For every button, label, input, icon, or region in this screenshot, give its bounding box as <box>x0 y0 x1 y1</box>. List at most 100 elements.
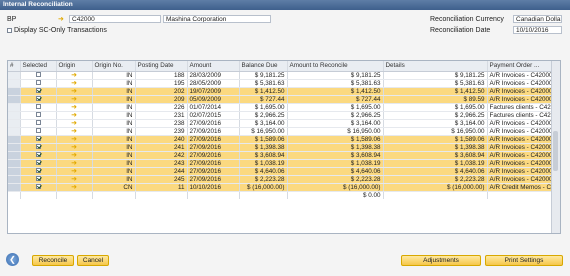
origin-cell[interactable]: ➜ <box>56 127 93 136</box>
table-row[interactable]: ➜ IN 188 28/03/2009 $ 9,181.25 $ 9,181.25 $ 9,… <box>8 71 554 80</box>
row-header[interactable] <box>8 87 21 96</box>
selected-cell[interactable] <box>20 143 57 152</box>
table-row[interactable]: ➜ IN 243 27/09/2016 $ 1,038.19 $ 1,038.19 $ 1,… <box>8 159 554 168</box>
table-row[interactable]: ➜ IN 240 27/09/2016 $ 1,589.06 $ 1,589.06 $ 1,… <box>8 135 554 144</box>
selected-checkbox[interactable] <box>35 72 41 78</box>
origin-cell[interactable]: ➜ <box>56 159 93 168</box>
origin-cell[interactable]: ➜ <box>56 143 93 152</box>
amount-to-reconcile[interactable]: $ 1,398.38 <box>383 143 488 152</box>
selected-cell[interactable] <box>20 95 57 104</box>
selected-checkbox[interactable] <box>35 184 41 190</box>
link-arrow-icon[interactable]: ➜ <box>71 112 77 119</box>
link-arrow-icon[interactable]: ➜ <box>71 128 77 135</box>
table-row[interactable]: ➜ IN 244 27/09/2016 $ 4,640.06 $ 4,640.06 $ 4,… <box>8 167 554 176</box>
amount-to-reconcile[interactable]: $ 1,695.00 <box>383 103 488 112</box>
sc-only-row[interactable]: Display SC-Only Transactions <box>7 27 107 34</box>
table-row[interactable]: ➜ CN 11 10/10/2016 $ (16,000.00) $ (16,000.00… <box>8 183 554 192</box>
col-selected[interactable]: Selected <box>20 61 57 72</box>
selected-cell[interactable] <box>20 183 57 192</box>
table-row[interactable]: ➜ IN 195 28/05/2009 $ 5,381.63 $ 5,381.63 $ 5,… <box>8 79 554 88</box>
selected-cell[interactable] <box>20 111 57 120</box>
amount-to-reconcile[interactable]: $ 89.59 <box>383 95 488 104</box>
back-arrow-icon[interactable]: ❮ <box>6 253 19 266</box>
amount-to-reconcile[interactable]: $ 9,181.25 <box>383 71 488 80</box>
selected-checkbox[interactable] <box>35 120 41 126</box>
row-header[interactable] <box>8 159 21 168</box>
table-row[interactable]: ➜ IN 202 19/07/2009 $ 1,412.50 $ 1,412.50 $ 1,… <box>8 87 554 96</box>
selected-cell[interactable] <box>20 127 57 136</box>
bp-code-field[interactable]: C42000 <box>69 15 161 23</box>
col-origin-no[interactable]: Origin No. <box>92 61 136 72</box>
row-header[interactable] <box>8 183 21 192</box>
origin-cell[interactable]: ➜ <box>56 111 93 120</box>
origin-cell[interactable]: ➜ <box>56 87 93 96</box>
adjustments-button[interactable]: Adjustments <box>401 255 481 266</box>
cancel-button[interactable]: Cancel <box>77 255 109 266</box>
table-row[interactable]: ➜ IN 241 27/09/2016 $ 1,398.38 $ 1,398.38 $ 1,… <box>8 143 554 152</box>
origin-cell[interactable]: ➜ <box>56 135 93 144</box>
table-row[interactable]: ➜ IN 245 27/09/2016 $ 2,223.28 $ 2,223.28 $ 2,… <box>8 175 554 184</box>
selected-cell[interactable] <box>20 135 57 144</box>
amount-to-reconcile[interactable]: $ 2,966.25 <box>383 111 488 120</box>
amount-to-reconcile[interactable]: $ 1,412.50 <box>383 87 488 96</box>
amount-to-reconcile[interactable]: $ 16,950.00 <box>383 127 488 136</box>
origin-cell[interactable]: ➜ <box>56 71 93 80</box>
table-row[interactable]: ➜ IN 239 27/09/2016 $ 16,950.00 $ 16,950.00 $ … <box>8 127 554 136</box>
origin-cell[interactable]: ➜ <box>56 79 93 88</box>
amount-to-reconcile[interactable]: $ 3,164.00 <box>383 119 488 128</box>
col-amount-to-reconcile[interactable]: Amount to Reconcile <box>287 61 384 72</box>
col-balance-due[interactable]: Balance Due <box>239 61 288 72</box>
link-arrow-icon[interactable]: ➜ <box>71 152 77 159</box>
selected-cell[interactable] <box>20 167 57 176</box>
row-header[interactable] <box>8 135 21 144</box>
selected-checkbox[interactable] <box>35 136 41 142</box>
row-header[interactable] <box>8 127 21 136</box>
link-arrow-icon[interactable]: ➜ <box>71 184 77 191</box>
row-header[interactable] <box>8 143 21 152</box>
row-header[interactable] <box>8 167 21 176</box>
origin-cell[interactable]: ➜ <box>56 151 93 160</box>
bp-name-field[interactable]: Mashina Corporation <box>163 15 271 23</box>
link-arrow-icon[interactable]: ➜ <box>71 160 77 167</box>
row-header[interactable] <box>8 95 21 104</box>
selected-checkbox[interactable] <box>35 104 41 110</box>
link-arrow-icon[interactable]: ➜ <box>71 120 77 127</box>
reconcile-button[interactable]: Reconcile <box>32 255 74 266</box>
selected-checkbox[interactable] <box>35 144 41 150</box>
selected-checkbox[interactable] <box>35 80 41 86</box>
selected-cell[interactable] <box>20 87 57 96</box>
selected-cell[interactable] <box>20 103 57 112</box>
link-arrow-icon[interactable]: ➜ <box>71 136 77 143</box>
row-header[interactable] <box>8 151 21 160</box>
col-details[interactable]: Details <box>383 61 488 72</box>
col-num[interactable]: # <box>8 61 21 72</box>
col-posting-date[interactable]: Posting Date <box>135 61 188 72</box>
amount-to-reconcile[interactable]: $ (16,000.00) <box>383 183 488 192</box>
print-settings-button[interactable]: Print Settings <box>485 255 563 266</box>
selected-checkbox[interactable] <box>35 152 41 158</box>
row-header[interactable] <box>8 71 21 80</box>
link-arrow-icon[interactable]: ➜ <box>71 88 77 95</box>
origin-cell[interactable]: ➜ <box>56 95 93 104</box>
row-header[interactable] <box>8 103 21 112</box>
col-origin[interactable]: Origin <box>56 61 93 72</box>
amount-to-reconcile[interactable]: $ 3,608.94 <box>383 151 488 160</box>
col-amount[interactable]: Amount <box>187 61 240 72</box>
row-header[interactable] <box>8 119 21 128</box>
origin-cell[interactable]: ➜ <box>56 183 93 192</box>
row-header[interactable] <box>8 111 21 120</box>
selected-checkbox[interactable] <box>35 112 41 118</box>
col-payment-order[interactable]: Payment Order ... <box>487 61 554 72</box>
selected-cell[interactable] <box>20 79 57 88</box>
selected-cell[interactable] <box>20 119 57 128</box>
table-row[interactable]: ➜ IN 242 27/09/2016 $ 3,608.94 $ 3,608.94 $ 3,… <box>8 151 554 160</box>
origin-cell[interactable]: ➜ <box>56 103 93 112</box>
table-row[interactable]: ➜ IN 226 01/07/2014 $ 1,695.00 $ 1,695.00 $ 1,… <box>8 103 554 112</box>
amount-to-reconcile[interactable]: $ 1,589.06 <box>383 135 488 144</box>
link-arrow-icon[interactable]: ➜ <box>58 15 64 23</box>
link-arrow-icon[interactable]: ➜ <box>71 80 77 87</box>
origin-cell[interactable]: ➜ <box>56 175 93 184</box>
origin-cell[interactable]: ➜ <box>56 167 93 176</box>
selected-cell[interactable] <box>20 71 57 80</box>
currency-field[interactable]: Canadian Dollar <box>513 15 562 23</box>
